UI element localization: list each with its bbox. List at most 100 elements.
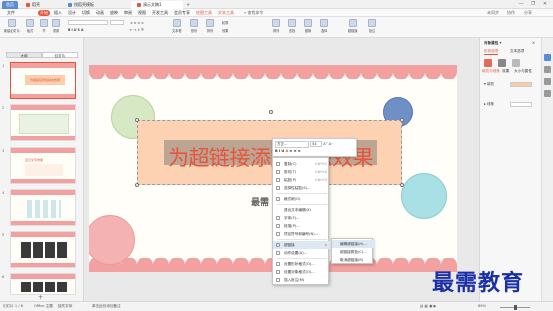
slide-thumbnail-4[interactable] [10,189,76,226]
menu-start[interactable]: 开始 [38,10,50,16]
section-button[interactable]: 节 [40,19,48,33]
menu-view[interactable]: 视图 [136,10,148,16]
ctx-exit-edit[interactable]: 退出文本编辑(X) [273,206,330,214]
font-size-select[interactable] [110,20,124,25]
shape-button[interactable]: 形状 [190,19,198,33]
reset-button[interactable]: 重置 [52,19,60,33]
ctx-format-painter[interactable]: 格式刷(O) [273,195,330,203]
collaborate-button[interactable]: 协作 [505,10,517,16]
line-color-swatch[interactable] [510,102,532,107]
arrange2-button[interactable]: 排列 [272,19,280,33]
outline-button[interactable]: 轮廓 [222,20,228,25]
find-button[interactable]: 查找 [288,19,296,33]
hyperlink-button[interactable]: 超链接 [348,19,358,33]
mini-font-color-button[interactable]: A [285,149,288,153]
notes-placeholder[interactable]: 单击此处添加备注 [92,304,121,309]
menu-text-tools[interactable]: 文本工具 [216,10,236,16]
panel-title[interactable]: 对象属性 ▾ [484,41,501,46]
menu-insert[interactable]: 插入 [52,10,64,16]
font-grow-icon[interactable]: A⁺ [323,142,327,146]
mini-font-select[interactable]: 方正… [275,141,309,148]
tab-home[interactable]: 首页 [2,1,18,9]
textbox-button[interactable]: 文本框 [172,19,182,33]
tab-text-options[interactable]: 文本选项 [510,49,524,54]
panel-close-icon[interactable]: ✕ [532,41,535,45]
font-family-select[interactable] [68,20,108,25]
menu-design[interactable]: 设计 [66,10,78,16]
menu-developer[interactable]: 开发工具 [150,10,170,16]
view-buttons[interactable]: ▤ ▦ ▣ ▶ [420,304,436,308]
menu-transition[interactable]: 切换 [80,10,92,16]
resize-handle[interactable] [400,118,404,122]
search-command[interactable]: ⌕ 查找命令 [242,10,266,16]
ctx-bullets[interactable]: 项目符号和编号(N)... [273,230,330,238]
tab-templates[interactable]: 找稻壳模板 [62,1,120,9]
slide-thumbnail-3[interactable]: 显示文字效果 [10,147,76,184]
ctx-insert-comment[interactable]: 插入批注(M) [273,276,330,284]
mini-bold-button[interactable]: B [275,149,278,153]
effect-icon[interactable] [498,59,506,67]
paragraph-spacing-group[interactable]: ⇤ ⇥ ↕ ☰ [130,28,144,32]
slide-thumbnail-2[interactable] [10,104,76,141]
resize-handle[interactable] [400,183,404,187]
new-slide-button[interactable]: 新建幻灯片 [4,19,20,33]
mini-align-center-button[interactable]: ≡ [294,149,297,153]
properties-icon[interactable] [544,54,551,61]
fill-color-swatch[interactable] [510,82,532,87]
section-line[interactable]: ▸ 线条 [484,102,494,107]
comment-button[interactable]: 批注 [368,19,376,33]
arrange-button[interactable]: 排列 [206,19,214,33]
tab-outline[interactable]: 大纲 [6,52,42,58]
rotate-handle[interactable] [269,110,273,114]
submenu-edit-hyperlink[interactable]: 编辑超链接(H)... [332,240,374,248]
menu-member[interactable]: 会员专享 [172,10,192,16]
more-icon[interactable] [544,90,551,97]
menu-animation[interactable]: 动画 [94,10,106,16]
mini-italic-button[interactable]: I [279,149,280,153]
ctx-cut[interactable]: 剪切(T) Ctrl+X [273,168,330,176]
menu-drawing-tools[interactable]: 绘图工具 [194,10,214,16]
new-tab-button[interactable]: + [184,1,192,9]
tab-daoke[interactable]: 稻壳 [20,1,52,9]
subtab-size[interactable]: 大小与属性 [514,69,532,74]
effect-button[interactable]: 效果 [222,28,228,33]
bold-button[interactable]: B I U S A [68,28,83,32]
mini-align-left-button[interactable]: ≡ [289,149,292,153]
ctx-action-settings[interactable]: 动作设置(A)... [273,249,330,257]
submenu-hyperlink-color[interactable]: 超链接颜色(C)... [332,248,374,256]
layout-button[interactable]: 版式 [26,19,34,33]
menu-slideshow[interactable]: 放映 [108,10,120,16]
ctx-hyperlink[interactable]: 超链接 ▸ [273,241,330,249]
zoom-slider-thumb[interactable] [514,305,517,310]
tab-slides[interactable]: 幻灯片 [42,52,78,58]
submenu-remove-hyperlink[interactable]: 取消超链接(R) [332,256,374,264]
fill-line-icon[interactable] [484,59,492,67]
replace-button[interactable]: 替换 [304,19,312,33]
tab-shape-options[interactable]: 形状选项 [484,49,499,55]
subtab-effect[interactable]: 效果 [502,69,509,74]
ctx-font[interactable]: 字体(F)... [273,214,330,222]
size-property-icon[interactable] [512,59,520,67]
resize-handle[interactable] [135,118,139,122]
add-slide-button[interactable]: + [38,294,43,301]
share-button[interactable]: 分享 [522,10,534,16]
missing-font-status[interactable]: 缺失字体 [58,304,72,309]
close-button[interactable]: ✕ [540,1,550,8]
slide-thumbnail-1[interactable]: 为超链接添加动态效果 [10,62,76,99]
slide-thumbnail-5[interactable] [10,231,76,268]
maximize-button[interactable]: ❐ [528,1,538,8]
mini-align-right-button[interactable]: ≡ [298,149,301,153]
minimize-button[interactable]: — [516,1,526,8]
sync-status[interactable]: 未同步 [485,10,501,16]
menu-file[interactable]: 文件 [5,10,17,16]
ctx-object-format[interactable]: 设置对象格式(O)... [273,268,330,276]
ctx-paste[interactable]: 粘贴(P) Ctrl+V [273,176,330,184]
animation-icon[interactable] [544,66,551,73]
mini-size-select[interactable]: 54 [310,141,323,147]
font-shrink-icon[interactable]: A⁻ [329,142,333,146]
subtab-fill-line[interactable]: 填充与线条 [482,69,500,74]
resize-handle[interactable] [135,183,139,187]
transition-icon[interactable] [544,78,551,85]
mini-underline-button[interactable]: U [281,149,284,153]
ctx-copy[interactable]: 复制(C) Ctrl+C [273,160,330,168]
